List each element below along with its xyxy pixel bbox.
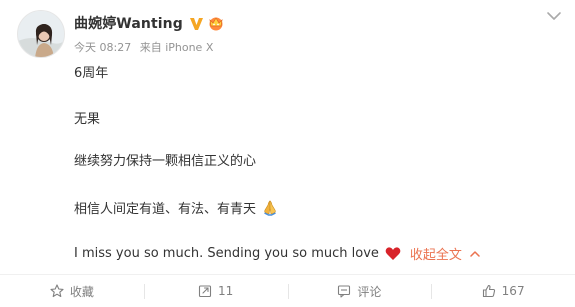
author-row: 曲婉婷Wanting <box>74 13 225 33</box>
like-count: 167 <box>501 284 525 298</box>
folded-hands-icon <box>264 199 276 216</box>
paragraph-text: I miss you so much. Sending you so much … <box>74 246 379 261</box>
repost-button[interactable]: 11 <box>143 275 288 307</box>
member-crown-icon[interactable] <box>207 15 225 31</box>
comment-button[interactable]: 评论 <box>287 275 432 307</box>
post-time[interactable]: 今天 08:27 <box>74 41 131 54</box>
post-paragraph: 6周年 <box>74 62 108 81</box>
chevron-down-icon[interactable] <box>546 10 562 22</box>
comment-label: 评论 <box>357 284 382 299</box>
like-button[interactable]: 167 <box>431 275 575 307</box>
chevron-up-icon[interactable] <box>470 250 480 257</box>
weibo-post-card: 曲婉婷Wanting 今天 08:27 来自 iPhone X 6周年 无果 继… <box>0 0 575 307</box>
repost-count: 11 <box>217 284 234 298</box>
thumbs-up-icon <box>482 284 495 298</box>
post-source: 来自 iPhone X <box>139 41 214 54</box>
action-bar: 收藏 11 评论 167 <box>0 274 575 307</box>
avatar[interactable] <box>17 10 65 58</box>
comment-icon <box>338 285 351 298</box>
favorite-button[interactable]: 收藏 <box>0 275 144 307</box>
post-paragraph: I miss you so much. Sending you so much … <box>74 244 480 263</box>
favorite-label: 收藏 <box>69 284 94 299</box>
paragraph-text: 继续努力保持一颗相信正义的心 <box>74 154 257 169</box>
paragraph-text: 相信人间定有道、有法、有青天 <box>74 202 257 217</box>
repost-icon <box>198 285 212 298</box>
post-meta: 今天 08:27 来自 iPhone X <box>74 39 218 55</box>
red-heart-icon <box>385 247 401 260</box>
post-paragraph: 无果 <box>74 108 100 127</box>
collapse-text-link[interactable]: 收起全文 <box>410 244 462 263</box>
author-name[interactable]: 曲婉婷Wanting <box>74 13 183 33</box>
post-paragraph: 相信人间定有道、有法、有青天 <box>74 198 278 217</box>
avatar-photo <box>18 11 64 57</box>
star-icon <box>50 284 64 298</box>
verified-v-icon[interactable] <box>189 16 204 31</box>
paragraph-text: 6周年 <box>74 66 109 81</box>
paragraph-text: 无果 <box>74 112 101 127</box>
post-paragraph: 继续努力保持一颗相信正义的心 <box>74 150 256 169</box>
